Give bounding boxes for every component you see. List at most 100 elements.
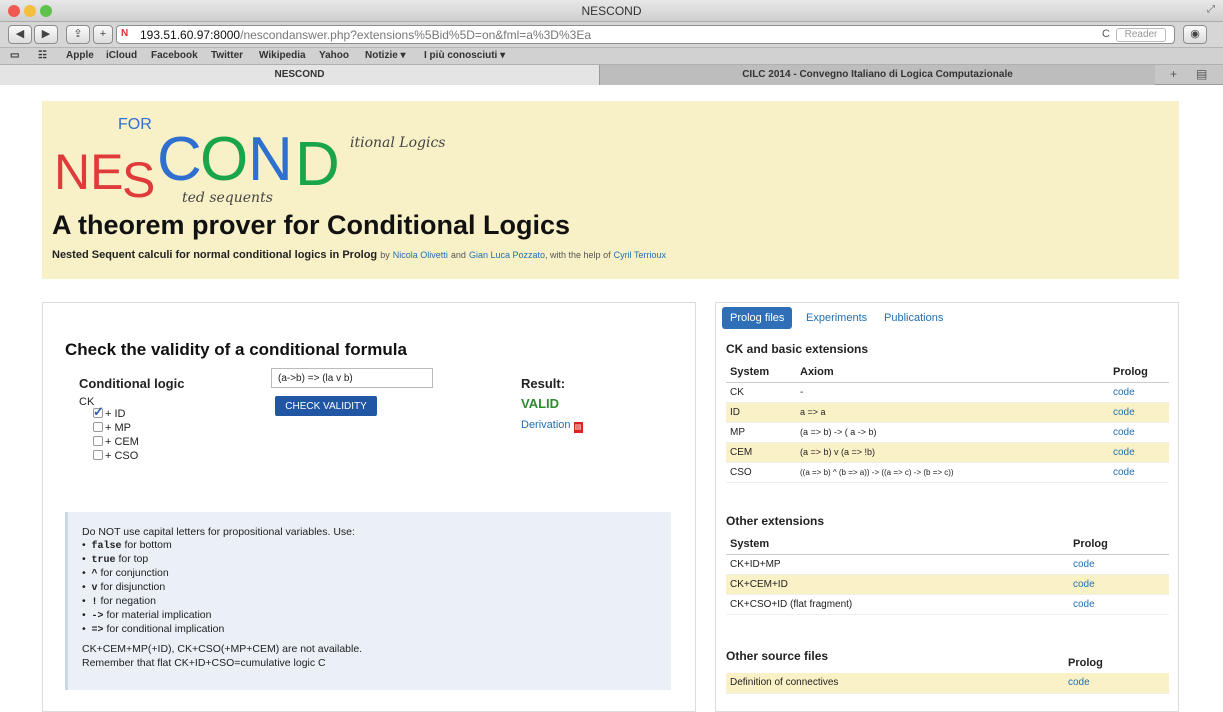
system-cell: CK+ID+MP bbox=[726, 554, 1069, 575]
logo-o: O bbox=[200, 125, 248, 194]
tab-prolog-files[interactable]: Prolog files bbox=[722, 307, 793, 329]
cumulative-note: Remember that flat CK+ID+CSO=cumulative … bbox=[82, 657, 326, 669]
code-link[interactable]: code bbox=[1069, 574, 1169, 595]
table-row: ID a => a code bbox=[726, 402, 1169, 423]
column-header-axiom: Axiom bbox=[796, 362, 1109, 383]
code-link[interactable]: code bbox=[1109, 422, 1169, 443]
nescond-logo: FOR NE S C O N D itional Logics ted sequ… bbox=[54, 116, 446, 207]
checkbox-id[interactable] bbox=[93, 404, 104, 420]
browser-toolbar: ◀ ▶ ⇪ + N 193.51.60.97:8000/nescondanswe… bbox=[0, 22, 1223, 48]
code-link[interactable]: code bbox=[1109, 462, 1169, 483]
url-host: 193.51.60.97:8000 bbox=[140, 28, 241, 42]
system-cell: ID bbox=[726, 402, 796, 423]
bookmark-wikipedia[interactable]: Wikipedia bbox=[259, 50, 306, 61]
extension-mp-label: + MP bbox=[105, 422, 131, 434]
code-link[interactable]: code bbox=[1109, 382, 1169, 403]
window-title: NESCOND bbox=[581, 4, 642, 18]
bookmarks-bar: ▭ ☷ Apple iCloud Facebook Twitter Wikipe… bbox=[0, 48, 1223, 65]
share-button[interactable]: ⇪ bbox=[66, 25, 90, 44]
extension-id[interactable]: + ID bbox=[93, 404, 126, 420]
derivation-label[interactable]: Derivation bbox=[521, 419, 571, 431]
table-row: CK - code bbox=[726, 382, 1169, 403]
top-sites-icon[interactable]: ☷ bbox=[38, 50, 47, 61]
fullscreen-icon[interactable]: ⤢ bbox=[1207, 4, 1215, 15]
column-header-system: System bbox=[726, 362, 796, 383]
bookmark-yahoo[interactable]: Yahoo bbox=[319, 50, 349, 61]
other-extensions-heading: Other extensions bbox=[726, 514, 825, 528]
axiom-cell: (a => b) -> ( a -> b) bbox=[796, 422, 1109, 443]
files-panel: Prolog files Experiments Publications CK… bbox=[715, 302, 1179, 712]
column-header-prolog: Prolog bbox=[1069, 534, 1169, 555]
syntax-item: • ^ for conjunction bbox=[82, 567, 169, 580]
code-link[interactable]: code bbox=[1069, 554, 1169, 575]
system-cell: CEM bbox=[726, 442, 796, 463]
author-pozzato-link[interactable]: Gian Luca Pozzato bbox=[469, 250, 545, 260]
code-link[interactable]: code bbox=[1109, 402, 1169, 423]
extension-mp[interactable]: + MP bbox=[93, 422, 131, 434]
column-header-prolog: Prolog bbox=[1109, 362, 1169, 383]
bookmark-apple[interactable]: Apple bbox=[66, 50, 94, 61]
extension-cso[interactable]: + CSO bbox=[93, 450, 138, 462]
help-text: , with the help of bbox=[545, 250, 611, 260]
back-button[interactable]: ◀ bbox=[8, 25, 32, 44]
address-bar[interactable]: N 193.51.60.97:8000/nescondanswer.php?ex… bbox=[116, 25, 1175, 44]
derivation-link[interactable]: Derivation ▤ bbox=[521, 419, 583, 433]
extension-id-label: + ID bbox=[105, 408, 126, 420]
reader-button[interactable]: Reader bbox=[1116, 28, 1166, 42]
syntax-item: • v for disjunction bbox=[82, 581, 166, 594]
code-link[interactable]: code bbox=[1109, 442, 1169, 463]
column-header-prolog: Prolog bbox=[1068, 657, 1103, 669]
check-validity-button[interactable]: CHECK VALIDITY bbox=[275, 396, 377, 416]
basic-extensions-heading: CK and basic extensions bbox=[726, 342, 869, 356]
checkbox-cso[interactable] bbox=[93, 450, 103, 460]
tab-nescond[interactable]: NESCOND bbox=[0, 65, 600, 85]
extension-cem[interactable]: + CEM bbox=[93, 436, 139, 448]
downloads-button[interactable]: ◉ bbox=[1183, 25, 1207, 44]
checkbox-cem[interactable] bbox=[93, 436, 103, 446]
add-bookmark-button[interactable]: + bbox=[93, 25, 113, 44]
tab-experiments[interactable]: Experiments bbox=[798, 307, 875, 329]
conditional-logic-label: Conditional logic bbox=[79, 376, 185, 391]
author-terrioux-link[interactable]: Cyril Terrioux bbox=[614, 250, 666, 260]
author-olivetti-link[interactable]: Nicola Olivetti bbox=[393, 250, 448, 260]
tab-overview-icon[interactable]: ▤ bbox=[1196, 67, 1207, 81]
logo-tail-sequents: ted sequents bbox=[182, 190, 273, 206]
code-link[interactable]: code bbox=[1064, 673, 1169, 694]
pdf-icon[interactable]: ▤ bbox=[573, 422, 583, 433]
axiom-cell: a => a bbox=[796, 402, 1109, 423]
bookmark-twitter[interactable]: Twitter bbox=[211, 50, 243, 61]
tab-bar: NESCOND CILC 2014 - Convegno Italiano di… bbox=[0, 65, 1223, 85]
result-label: Result: bbox=[521, 376, 566, 391]
tab-cilc-2014[interactable]: CILC 2014 - Convegno Italiano di Logica … bbox=[600, 65, 1155, 85]
formula-input[interactable] bbox=[271, 368, 433, 388]
and-text: and bbox=[450, 250, 466, 260]
basic-extensions-table: System Axiom Prolog CK - code ID a => a code… bbox=[726, 362, 1169, 483]
table-row: CK+ID+MP code bbox=[726, 554, 1169, 575]
axiom-cell: - bbox=[796, 382, 1109, 403]
checkbox-mp[interactable] bbox=[93, 422, 103, 432]
tab-publications[interactable]: Publications bbox=[876, 307, 951, 329]
system-cell: CSO bbox=[726, 462, 796, 483]
bookmark-notizie[interactable]: Notizie ▾ bbox=[365, 50, 406, 61]
logo-c: C bbox=[157, 125, 202, 194]
axiom-cell: ((a => b) ^ (b => a)) -> ((a => c) -> (b… bbox=[796, 462, 1109, 483]
syntax-item: • -> for material implication bbox=[82, 609, 212, 622]
table-row: MP (a => b) -> ( a -> b) code bbox=[726, 422, 1169, 443]
code-link[interactable]: code bbox=[1069, 594, 1169, 615]
page-title: A theorem prover for Conditional Logics bbox=[52, 210, 571, 240]
bookmark-top-sites[interactable]: I più conosciuti ▾ bbox=[424, 50, 505, 61]
system-cell: CK+CEM+ID bbox=[726, 574, 1069, 595]
syntax-item: • ! for negation bbox=[82, 595, 156, 608]
syntax-help-box: Do NOT use capital letters for propositi… bbox=[65, 512, 671, 690]
reload-icon[interactable]: C bbox=[1102, 28, 1110, 40]
bookmark-facebook[interactable]: Facebook bbox=[151, 50, 198, 61]
table-row: CSO ((a => b) ^ (b => a)) -> ((a => c) ->… bbox=[726, 462, 1169, 483]
forward-button[interactable]: ▶ bbox=[34, 25, 58, 44]
reading-list-icon[interactable]: ▭ bbox=[10, 50, 19, 61]
subtitle-text: Nested Sequent calculi for normal condit… bbox=[52, 249, 378, 261]
result-value: VALID bbox=[521, 396, 560, 411]
by-text: by bbox=[380, 250, 390, 260]
bookmark-icloud[interactable]: iCloud bbox=[106, 50, 137, 61]
new-tab-button[interactable]: + bbox=[1170, 67, 1177, 81]
logo-d: D bbox=[295, 130, 340, 199]
